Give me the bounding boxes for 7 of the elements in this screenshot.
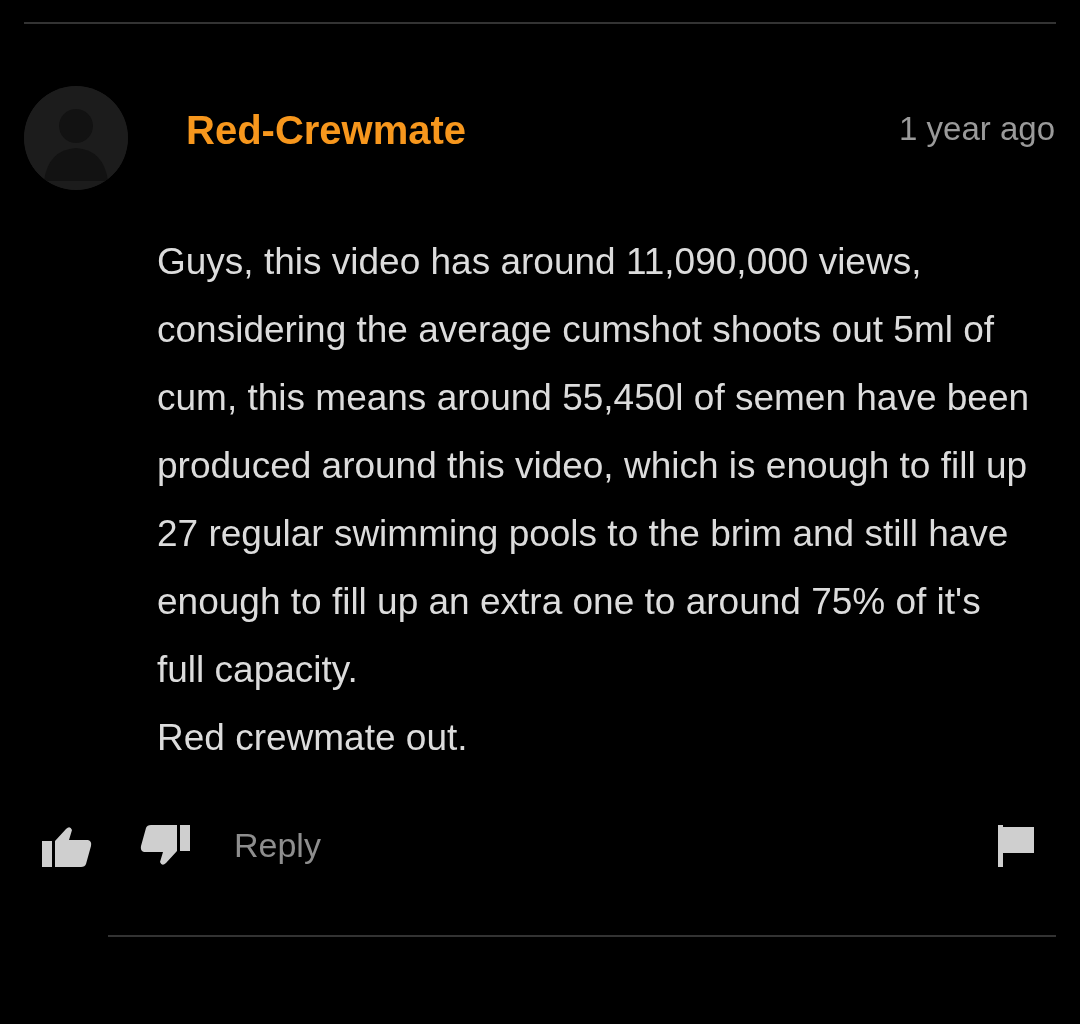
username[interactable]: Red-Crewmate bbox=[186, 100, 467, 160]
comment-text: Guys, this video has around 11,090,000 views, considering the average cumshot shoots out 5ml of cum, this means around 55,450l of semen have been produced around this video, which is enough to fill up 27 regular swimming pools to the brim and still have enough to fill up an extra one to around 75% of it's full capacity. Red crewmate out. bbox=[157, 240, 1031, 760]
timestamp: 1 year ago bbox=[899, 109, 1055, 149]
thumbs-up-icon[interactable] bbox=[42, 824, 92, 867]
flag-icon[interactable] bbox=[998, 824, 1036, 867]
reply-button[interactable]: Reply bbox=[234, 820, 321, 871]
thumbs-down-icon[interactable] bbox=[140, 824, 190, 867]
